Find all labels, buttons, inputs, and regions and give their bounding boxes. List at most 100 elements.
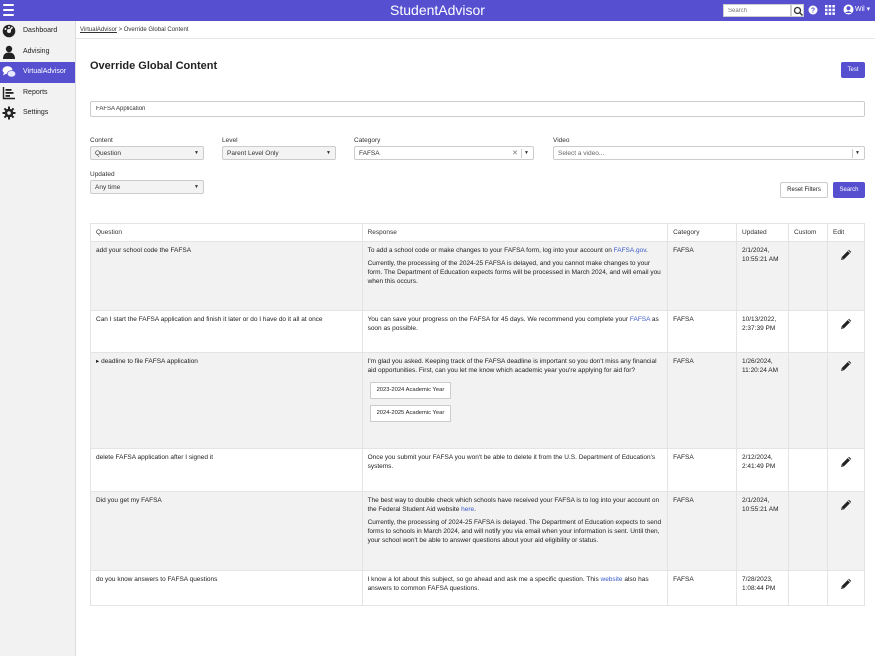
response-cell: I know a lot about this subject, so go a… (361, 570, 669, 606)
custom-cell (788, 352, 828, 449)
edit-cell (826, 241, 866, 311)
response-cell: The best way to double check which schoo… (361, 491, 669, 571)
caret-down-icon: ▼ (524, 150, 529, 156)
select-value: Any time (95, 184, 121, 191)
level-filter-select[interactable]: Parent Level Only ▼ (222, 146, 336, 160)
column-header-question[interactable]: Question (90, 223, 363, 242)
expand-row-icon[interactable]: ▸ (96, 358, 99, 365)
divider (76, 38, 875, 39)
category-cell: FAFSA (667, 570, 738, 606)
category-cell: FAFSA (667, 491, 738, 571)
edit-cell (826, 570, 866, 606)
select-value: Parent Level Only (227, 150, 279, 157)
sidebar-item-label: Reports (23, 88, 48, 96)
pencil-edit-icon[interactable] (839, 577, 853, 591)
gear-icon (2, 106, 16, 120)
custom-cell (788, 241, 828, 311)
svg-text:?: ? (811, 8, 815, 15)
chat-icon (2, 66, 16, 78)
column-header-response[interactable]: Response (361, 223, 669, 242)
question-cell: delete FAFSA application after I signed … (90, 448, 363, 492)
response-cell: I'm glad you asked. Keeping track of the… (361, 352, 669, 449)
breadcrumb-link-virtualadvisor[interactable]: VirtualAdvisor (80, 27, 117, 33)
question-cell: Did you get my FAFSA (90, 491, 363, 571)
pencil-edit-icon[interactable] (839, 498, 853, 512)
search-icon (793, 6, 803, 16)
pencil-edit-icon[interactable] (839, 359, 853, 373)
breadcrumb-current: Override Global Content (123, 27, 189, 33)
response-link[interactable]: here (461, 506, 474, 513)
updated-cell: 10/13/2022, 2:37:39 PM (736, 310, 789, 353)
caret-down-icon: ▼ (194, 150, 199, 156)
sidebar-item-label: Settings (23, 109, 49, 116)
pencil-edit-icon[interactable] (839, 248, 853, 262)
table-row: ▸ deadline to file FAFSA application I'm… (90, 352, 866, 449)
table-row: do you know answers to FAFSA questions I… (90, 570, 866, 606)
category-filter-select[interactable]: FAFSA ✕ ▼ (354, 146, 534, 160)
response-link[interactable]: website (601, 576, 623, 583)
category-cell: FAFSA (667, 448, 738, 492)
response-text: I'm glad you asked. Keeping track of the… (367, 358, 657, 374)
sidebar-item-label: VirtualAdvisor (23, 68, 67, 75)
question-cell: ▸ deadline to file FAFSA application (90, 352, 363, 449)
video-filter-label: Video (553, 137, 570, 144)
select-placeholder: Select a video... (558, 150, 605, 157)
response-text: Currently, the processing of the 2024-25… (367, 260, 661, 285)
page-title: Override Global Content (90, 60, 218, 72)
response-cell: You can save your progress on the FAFSA … (361, 310, 669, 353)
category-filter-label: Category (354, 137, 381, 144)
user-menu[interactable]: Wil ▾ (855, 5, 870, 13)
response-link[interactable]: FAFSA (630, 316, 650, 323)
column-header-updated[interactable]: Updated (736, 223, 789, 242)
custom-cell (788, 570, 828, 606)
user-avatar-icon[interactable] (843, 4, 854, 15)
divider (521, 149, 522, 158)
custom-cell (788, 310, 828, 353)
quick-reply-button[interactable]: 2024-2025 Academic Year (369, 405, 452, 422)
sidebar-item-settings[interactable]: Settings (0, 103, 75, 124)
updated-filter-select[interactable]: Any time ▼ (90, 180, 204, 194)
sidebar-item-virtualadvisor[interactable]: VirtualAdvisor (0, 62, 75, 83)
quick-reply-button[interactable]: 2023-2024 Academic Year (369, 382, 452, 399)
sidebar-item-dashboard[interactable]: Dashboard (0, 21, 75, 42)
question-cell: Can I start the FAFSA application and fi… (90, 310, 363, 353)
sidebar-item-reports[interactable]: Reports (0, 83, 75, 104)
updated-cell: 2/1/2024, 10:55:21 AM (736, 241, 789, 311)
custom-cell (788, 491, 828, 571)
apps-grid-icon[interactable] (825, 5, 835, 15)
global-search-button[interactable] (791, 4, 804, 17)
pencil-edit-icon[interactable] (839, 455, 853, 469)
response-link[interactable]: FAFSA.gov (614, 247, 646, 254)
video-filter-select[interactable]: Select a video... ▼ (553, 146, 865, 160)
pencil-edit-icon[interactable] (839, 317, 853, 331)
category-cell: FAFSA (667, 310, 738, 353)
sidebar-item-advising[interactable]: Advising (0, 42, 75, 63)
column-header-edit: Edit (826, 223, 866, 242)
search-button[interactable]: Search (833, 182, 865, 198)
content-title-input[interactable] (90, 101, 865, 117)
global-search-input[interactable] (723, 4, 791, 17)
edit-cell (826, 310, 866, 353)
test-button[interactable]: Test (841, 62, 865, 78)
response-text: To add a school code or make changes to … (367, 247, 614, 254)
question-cell: add your school code the FAFSA (90, 241, 363, 311)
sidebar: Dashboard Advising VirtualAdvisor Report… (0, 21, 76, 656)
question-text: deadline to file FAFSA application (101, 358, 198, 365)
help-icon[interactable]: ? (808, 5, 818, 15)
category-cell: FAFSA (667, 241, 738, 311)
column-header-category[interactable]: Category (667, 223, 738, 242)
column-header-custom[interactable]: Custom (788, 223, 828, 242)
table-row: Can I start the FAFSA application and fi… (90, 310, 866, 353)
reset-filters-button[interactable]: Reset Filters (780, 182, 828, 198)
divider (852, 149, 853, 158)
clear-icon[interactable]: ✕ (512, 149, 518, 157)
custom-cell (788, 448, 828, 492)
edit-cell (826, 491, 866, 571)
sidebar-item-label: Advising (23, 47, 50, 55)
level-filter-label: Level (222, 137, 238, 144)
caret-down-icon: ▼ (855, 150, 860, 156)
response-cell: To add a school code or make changes to … (361, 241, 669, 311)
content-filter-label: Content (90, 137, 113, 144)
content-filter-select[interactable]: Question ▼ (90, 146, 204, 160)
question-cell: do you know answers to FAFSA questions (90, 570, 363, 606)
